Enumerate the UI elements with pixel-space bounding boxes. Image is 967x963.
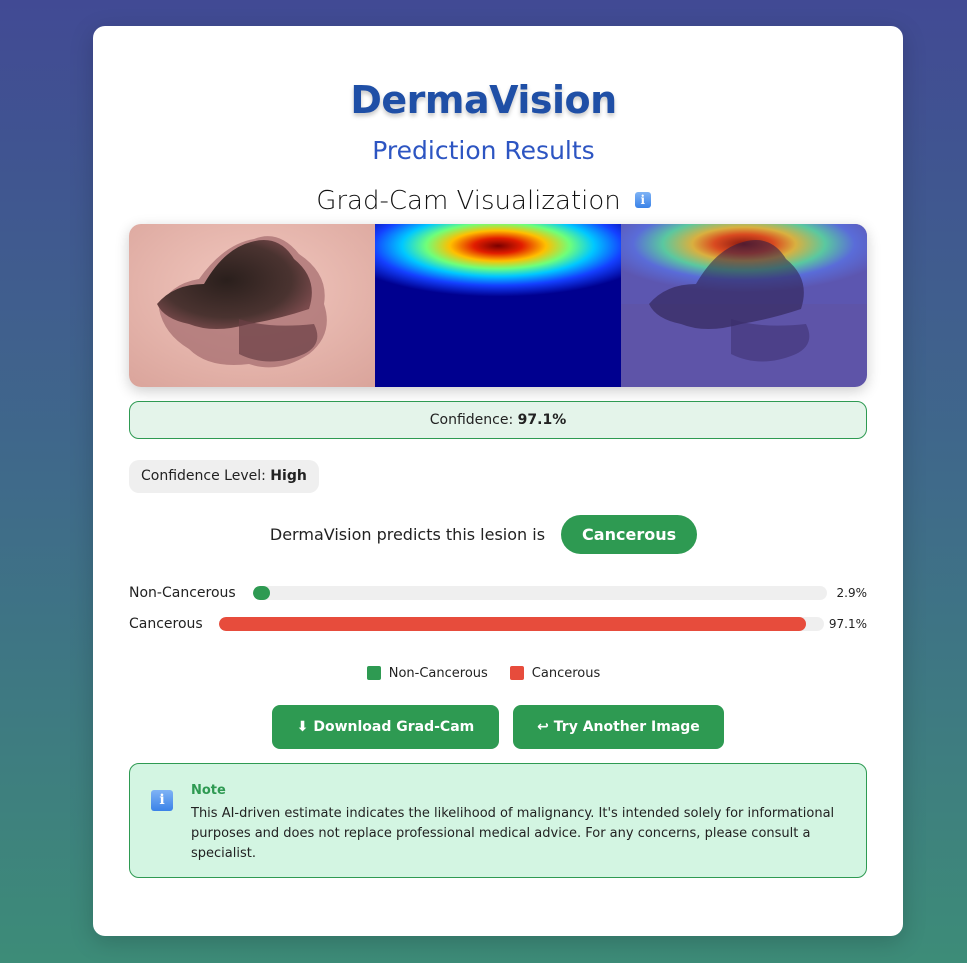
chart-legend: Non-Cancerous Cancerous bbox=[0, 663, 967, 683]
bar-label: Non-Cancerous bbox=[129, 585, 236, 601]
original-lesion-image bbox=[129, 224, 375, 387]
bar-value: 2.9% bbox=[836, 586, 868, 600]
prediction-badge: Cancerous bbox=[561, 515, 698, 554]
brand-title: DermaVision bbox=[350, 78, 617, 122]
confidence-box: Confidence: 97.1% bbox=[129, 401, 867, 439]
probability-bar-non-cancerous: Non-Cancerous 2.9% bbox=[129, 583, 867, 603]
info-icon: i bbox=[151, 790, 173, 811]
note-body: This AI-driven estimate indicates the li… bbox=[191, 806, 835, 861]
legend-label: Non-Cancerous bbox=[388, 665, 488, 681]
note-title: Note bbox=[191, 783, 226, 798]
confidence-value: 97.1% bbox=[517, 412, 567, 428]
try-another-image-button[interactable]: ↩ Try Another Image bbox=[513, 705, 724, 749]
confidence-level-label: Confidence Level: bbox=[141, 468, 266, 484]
bar-fill bbox=[253, 586, 270, 600]
prediction-text: DermaVision predicts this lesion is bbox=[269, 525, 546, 544]
note-box: i Note This AI-driven estimate indicates… bbox=[129, 763, 867, 878]
gradcam-image-strip bbox=[129, 224, 867, 387]
bar-track bbox=[253, 586, 827, 600]
confidence-level-pill: Confidence Level: High bbox=[129, 460, 319, 493]
download-gradcam-button[interactable]: ⬇ Download Grad-Cam bbox=[272, 705, 499, 749]
confidence-level-value: High bbox=[270, 468, 307, 484]
gradcam-heading: Grad-Cam Visualization i bbox=[0, 186, 967, 216]
gradcam-heatmap-image bbox=[375, 224, 621, 387]
bar-label: Cancerous bbox=[129, 616, 203, 632]
confidence-label: Confidence: bbox=[429, 412, 514, 428]
page-subtitle: Prediction Results bbox=[372, 136, 595, 165]
prediction-row: DermaVision predicts this lesion is Canc… bbox=[0, 515, 967, 554]
info-icon[interactable]: i bbox=[634, 191, 651, 208]
bar-value: 97.1% bbox=[828, 617, 867, 631]
overlay-image bbox=[621, 224, 867, 387]
legend-swatch bbox=[509, 666, 524, 680]
legend-item-non-cancerous: Non-Cancerous bbox=[366, 665, 488, 681]
legend-item-cancerous: Cancerous bbox=[509, 665, 601, 681]
bar-fill bbox=[219, 617, 807, 631]
probability-bar-cancerous: Cancerous 97.1% bbox=[129, 614, 867, 634]
legend-label: Cancerous bbox=[531, 665, 601, 681]
gradcam-title: Grad-Cam Visualization bbox=[316, 186, 621, 216]
bar-track bbox=[219, 617, 824, 631]
legend-swatch bbox=[366, 666, 381, 680]
